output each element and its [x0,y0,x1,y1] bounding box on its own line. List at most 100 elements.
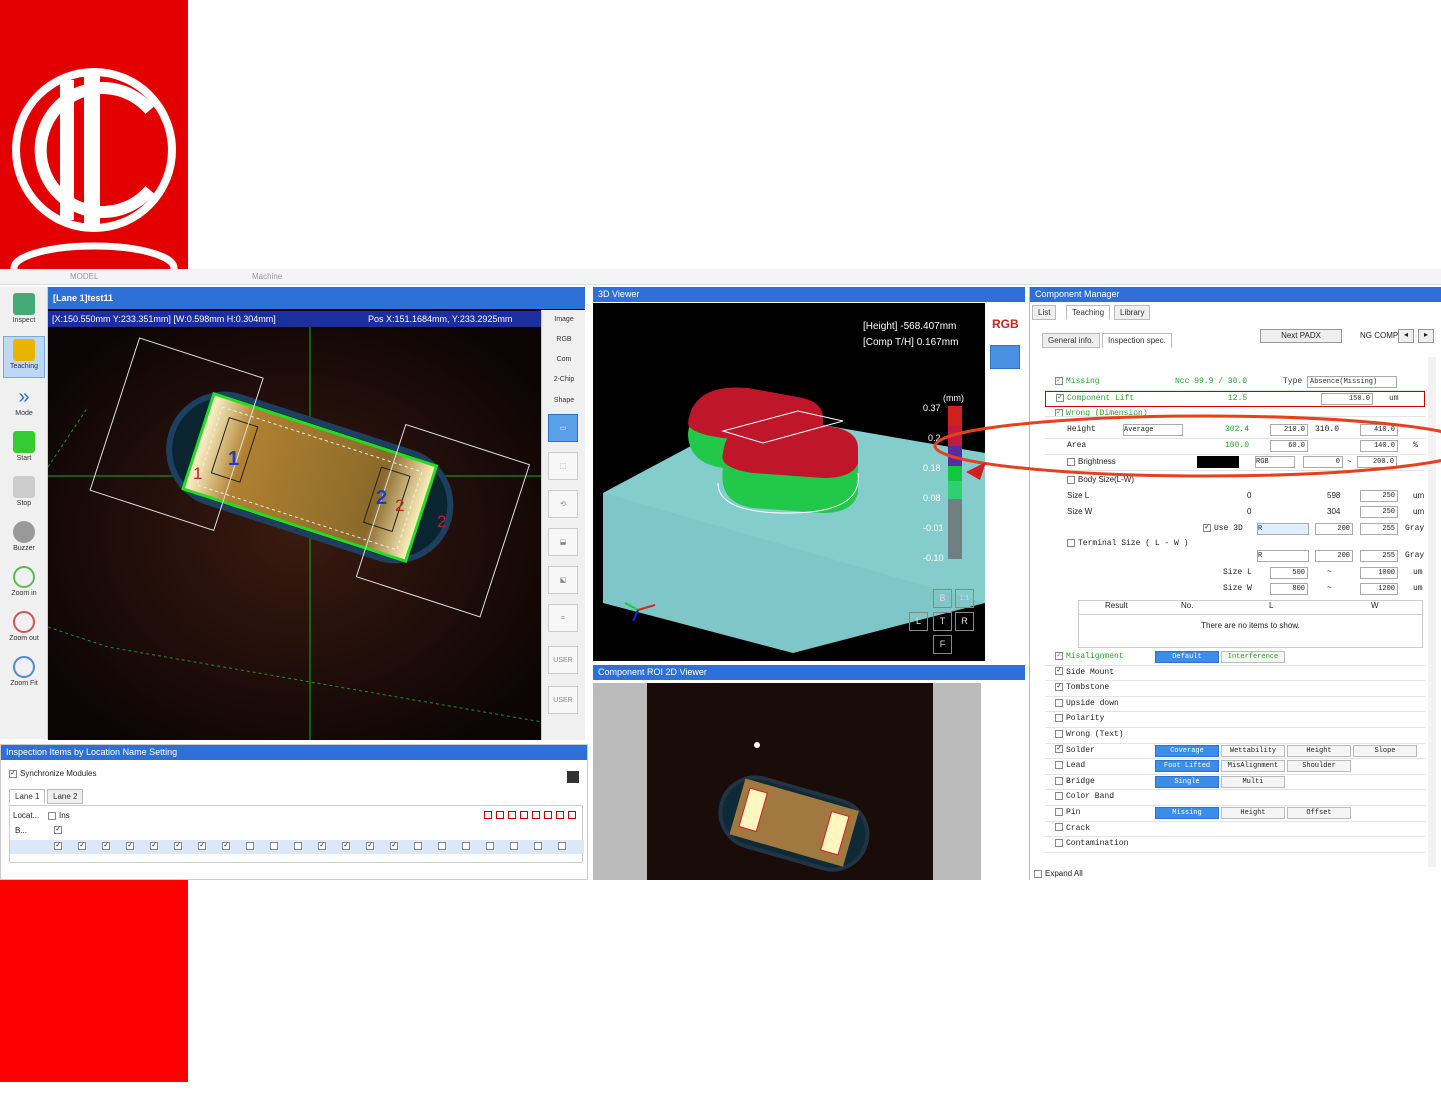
use3d-select[interactable]: R [1257,523,1309,535]
item-option-button[interactable]: Offset [1287,806,1351,819]
grid-checkbox[interactable] [534,842,542,850]
grid-checkbox[interactable]: ✓ [198,842,206,850]
grid-header-checkbox[interactable] [556,811,564,819]
item-checkbox[interactable] [1055,761,1063,770]
terminal-select[interactable]: R [1257,550,1309,562]
grid-checkbox[interactable]: ✓ [54,842,62,850]
viewer-3d-canvas[interactable]: [Height] -568.407mm [Comp T/H] 0.167mm (… [593,303,985,661]
use3d-min-field[interactable]: 200 [1315,523,1353,535]
tsize-w-max-field[interactable]: 1200 [1360,583,1398,595]
view-right-button[interactable]: R [955,612,974,631]
view-left-button[interactable]: L [909,612,928,631]
grid-checkbox[interactable] [246,842,254,850]
grid-checkbox[interactable]: ✓ [222,842,230,850]
inspection-item-row[interactable]: Contamination [1045,837,1425,853]
tab-teaching[interactable]: Teaching [1066,305,1111,320]
user-button-1[interactable]: USER [548,646,578,674]
grid-checkbox[interactable]: ✓ [342,842,350,850]
item-option-button[interactable]: Interference [1221,651,1285,663]
rgb-toggle[interactable]: RGB [992,317,1019,331]
trim-tool-button[interactable]: ⌗ [548,604,578,632]
next-arrow-button[interactable]: ▸ [1418,329,1434,343]
inspection-item-row[interactable]: ✓ Solder Coverage Wettability Height Slope [1045,744,1425,760]
side-com-label[interactable]: Com [546,356,582,363]
zoom-fit-button[interactable]: Zoom Fit [3,654,45,696]
item-option-button[interactable]: Coverage [1155,744,1219,757]
grid-header-checkbox[interactable] [532,811,540,819]
type-select[interactable]: Absence(Missing) [1307,376,1397,388]
row-missing[interactable]: ✓ Missing Ncc 99.9 / 30.0 Type Absence(Mi… [1045,375,1425,391]
view-back-button[interactable]: B [933,589,952,608]
rotate-tool-button[interactable]: ⟲ [548,490,578,518]
grid-checkbox[interactable] [438,842,446,850]
b-group-checkbox[interactable]: ✓ [54,826,62,834]
next-padx-button[interactable]: Next PADX [1260,329,1342,343]
inspection-item-row[interactable]: ✓ Misalignment Default Interference [1045,650,1425,666]
item-checkbox[interactable] [1055,714,1063,723]
lift-limit-field[interactable]: 150.0 [1321,393,1373,405]
inspection-item-row[interactable]: Pin Missing Height Offset [1045,806,1425,822]
subtab-inspection-spec[interactable]: Inspection spec. [1102,333,1172,348]
grid-checkbox[interactable] [510,842,518,850]
zoom-out-button[interactable]: Zoom out [3,609,45,651]
use3d-max-field[interactable]: 255 [1360,523,1398,535]
tab-library[interactable]: Library [1114,305,1151,320]
inspection-item-row[interactable]: ✓ Tombstone [1045,681,1425,697]
grid-header-checkbox[interactable] [496,811,504,819]
terminal-max-field[interactable]: 255 [1360,550,1398,562]
grid-header-checkbox[interactable] [568,811,576,819]
size-w-field[interactable]: 250 [1360,506,1398,518]
grid-checkbox[interactable]: ✓ [366,842,374,850]
side-image-label[interactable]: Image [546,316,582,323]
tsize-w-min-field[interactable]: 800 [1270,583,1308,595]
tsize-l-min-field[interactable]: 500 [1270,567,1308,579]
save-icon[interactable] [567,771,579,783]
item-checkbox[interactable] [1055,823,1063,832]
teaching-button[interactable]: Teaching [3,336,45,378]
grid-header-checkbox[interactable] [544,811,552,819]
stop-button[interactable]: Stop [3,474,45,516]
tab-lane1[interactable]: Lane 1 [9,789,46,804]
user-button-2[interactable]: USER [548,686,578,714]
roi-image[interactable] [647,683,933,880]
mode-button[interactable]: » Mode [3,384,45,426]
ribbon-machine[interactable]: Machine [252,272,282,281]
view-top-button[interactable]: T [933,612,952,631]
item-option-button[interactable]: Height [1287,744,1351,757]
grid-checkbox[interactable]: ✓ [150,842,158,850]
group-tool-button[interactable]: ⬕ [548,566,578,594]
buzzer-button[interactable]: Buzzer [3,519,45,561]
item-checkbox[interactable] [1055,839,1063,848]
item-option-button[interactable]: Missing [1155,806,1219,819]
side-rgb-label[interactable]: RGB [546,336,582,343]
expand-all-checkbox[interactable]: Expand All [1034,869,1083,878]
item-option-button[interactable]: Height [1221,806,1285,819]
item-option-button[interactable]: Shoulder [1287,760,1351,773]
crop-tool-button[interactable]: ⬓ [548,528,578,556]
inspection-item-row[interactable]: Wrong (Text) [1045,728,1425,744]
subtab-general-info[interactable]: General info. [1042,333,1100,348]
item-checkbox[interactable] [1055,776,1063,785]
tsize-l-max-field[interactable]: 1000 [1360,567,1398,579]
item-option-button[interactable]: Single [1155,775,1219,788]
inspection-item-row[interactable]: Bridge Single Multi [1045,775,1425,791]
inspection-item-row[interactable]: Polarity [1045,712,1425,728]
side-chip-label[interactable]: 2-Chip [546,376,582,383]
sync-modules-checkbox[interactable]: ✓ Synchronize Modules [9,769,96,778]
item-checkbox[interactable]: ✓ [1055,651,1063,660]
grid-header-checkbox[interactable] [484,811,492,819]
item-checkbox[interactable] [1055,729,1063,738]
inspection-item-row[interactable]: ✓ Side Mount [1045,666,1425,682]
item-checkbox[interactable]: ✓ [1055,683,1063,692]
terminal-min-field[interactable]: 200 [1315,550,1353,562]
grid-checkbox[interactable]: ✓ [102,842,110,850]
view-1to1-button[interactable]: 1:1 [955,589,974,608]
grid-header-checkbox[interactable] [508,811,516,819]
grid-checkbox[interactable] [558,842,566,850]
grid-checkbox[interactable]: ✓ [390,842,398,850]
item-option-button[interactable]: Wettability [1221,744,1285,757]
item-checkbox[interactable] [1055,807,1063,816]
inspect-button[interactable]: Inspect [3,291,45,333]
select-tool-button[interactable]: ⬚ [548,452,578,480]
item-option-button[interactable]: Default [1155,651,1219,663]
